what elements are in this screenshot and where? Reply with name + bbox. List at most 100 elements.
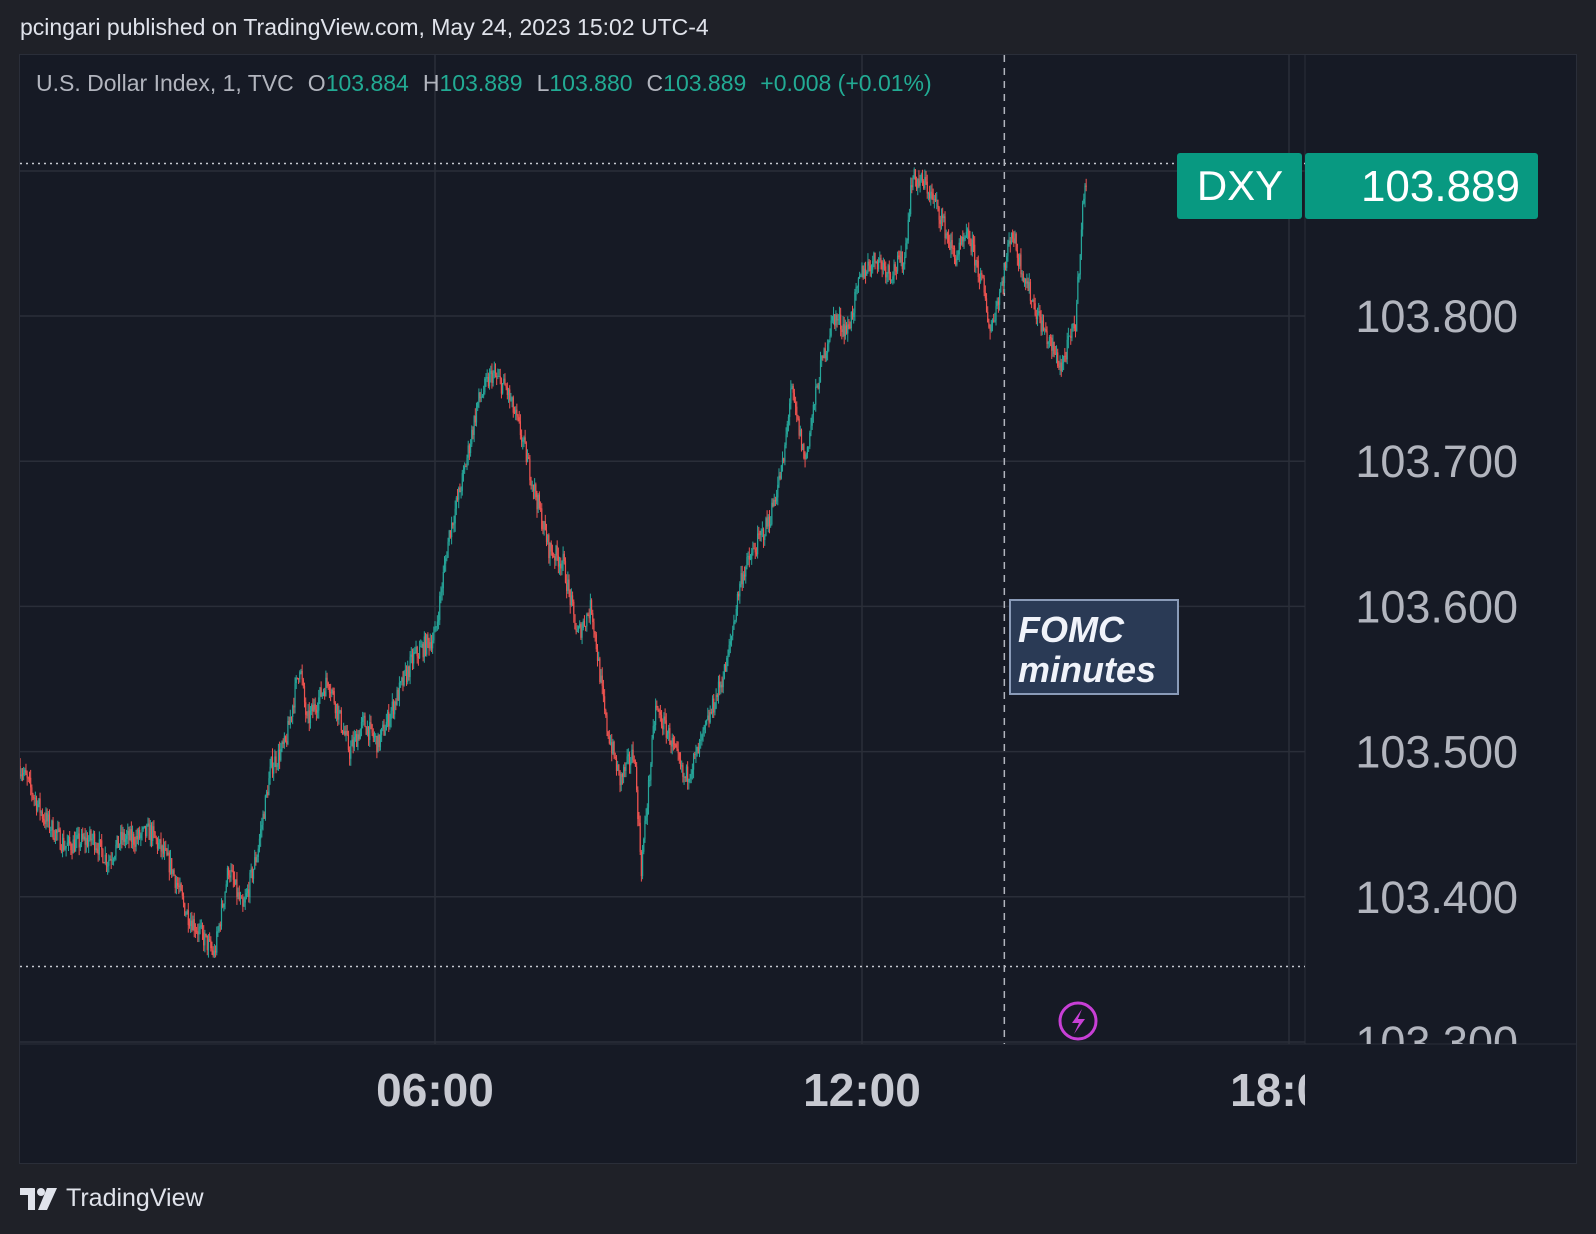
candle-body bbox=[876, 261, 879, 270]
candle-body bbox=[230, 869, 232, 878]
candle-body bbox=[683, 776, 685, 778]
candle-body bbox=[155, 837, 157, 840]
candle-body bbox=[396, 689, 398, 705]
candle-body bbox=[913, 169, 915, 179]
candle-body bbox=[79, 844, 81, 848]
candle-body bbox=[1070, 335, 1072, 338]
candle-body bbox=[956, 256, 958, 265]
y-tick-label: 103.600 bbox=[1355, 581, 1518, 632]
candle-body bbox=[322, 691, 325, 693]
candle-body bbox=[523, 437, 525, 440]
fomc-annotation[interactable]: FOMC minutes bbox=[1009, 599, 1179, 695]
candle-body bbox=[984, 292, 986, 299]
candle-body bbox=[268, 778, 270, 796]
candle-body bbox=[424, 636, 427, 655]
candle-body bbox=[299, 672, 301, 680]
candle-body bbox=[938, 207, 940, 220]
candle-body bbox=[33, 797, 35, 799]
candle-body bbox=[716, 694, 718, 697]
candle-body bbox=[101, 840, 103, 850]
candle-body bbox=[90, 830, 92, 841]
candle-body bbox=[194, 930, 197, 932]
candle-body bbox=[841, 329, 843, 332]
candle-body bbox=[1063, 355, 1065, 363]
candle-body bbox=[265, 791, 268, 796]
candle-body bbox=[279, 749, 281, 761]
candle-body bbox=[741, 573, 743, 585]
candle-body bbox=[105, 854, 108, 867]
candle-body bbox=[900, 251, 902, 263]
candle-body bbox=[165, 848, 167, 850]
candle-body bbox=[1038, 311, 1040, 313]
candle-body bbox=[144, 825, 147, 836]
candle-body bbox=[162, 845, 164, 854]
candle-body bbox=[384, 730, 386, 736]
x-tick-label: 12:00 bbox=[803, 1064, 921, 1116]
candle-body bbox=[822, 355, 824, 359]
candle-body bbox=[1036, 312, 1039, 319]
candle-body bbox=[294, 683, 296, 708]
candle-body bbox=[39, 798, 41, 813]
candle-body bbox=[249, 872, 251, 897]
candle-body bbox=[664, 716, 666, 721]
candle-body bbox=[666, 733, 669, 738]
candle-body bbox=[678, 753, 680, 760]
candle-body bbox=[574, 614, 576, 629]
time-axis[interactable]: 06:00 12:00 18:00 bbox=[376, 1064, 1348, 1116]
candle-body bbox=[620, 774, 622, 786]
candle-body bbox=[1023, 278, 1026, 282]
candle-body bbox=[1034, 303, 1036, 316]
price-chart[interactable]: 103.300 103.400 103.500 103.600 103.700 103.8… bbox=[0, 0, 1596, 1234]
candle-body bbox=[365, 726, 367, 735]
candle-body bbox=[126, 835, 128, 839]
candle-body bbox=[449, 530, 452, 538]
candle-body bbox=[932, 193, 934, 200]
candle-body bbox=[427, 634, 429, 640]
candle-body bbox=[281, 741, 283, 750]
candle-body bbox=[708, 715, 710, 723]
candle-body bbox=[166, 849, 168, 856]
candle-body bbox=[486, 376, 488, 379]
candle-body bbox=[780, 465, 782, 479]
candle-body bbox=[547, 535, 549, 542]
price-axis[interactable]: 103.300 103.400 103.500 103.600 103.700 103.8… bbox=[1355, 291, 1518, 1068]
candle-body bbox=[803, 444, 805, 459]
candle-body bbox=[625, 762, 627, 772]
candle-body bbox=[77, 833, 79, 836]
candle-body bbox=[455, 497, 457, 509]
candle-body bbox=[830, 320, 832, 336]
candle-body bbox=[792, 386, 794, 393]
candle-body bbox=[96, 848, 98, 850]
candle-body bbox=[887, 265, 889, 274]
candle-body bbox=[738, 593, 740, 597]
candle-body bbox=[812, 404, 814, 416]
candle-body bbox=[1060, 362, 1062, 372]
candle-body bbox=[70, 843, 72, 851]
candle-body bbox=[977, 260, 979, 277]
candle-body bbox=[962, 236, 964, 242]
candle-body bbox=[880, 258, 882, 262]
candle-body bbox=[179, 883, 181, 888]
candle-body bbox=[306, 714, 308, 716]
last-price-tag[interactable]: DXY 103.889 bbox=[1177, 153, 1538, 219]
candle-body bbox=[485, 378, 487, 380]
candle-body bbox=[994, 320, 996, 322]
candle-body bbox=[526, 457, 529, 463]
candle-body bbox=[617, 764, 619, 771]
candle-body bbox=[821, 355, 823, 361]
candle-body bbox=[506, 387, 508, 395]
candle-body bbox=[477, 401, 479, 408]
candle-body bbox=[747, 555, 749, 558]
candle-body bbox=[295, 677, 297, 684]
alert-icon[interactable] bbox=[1058, 1001, 1098, 1041]
candle-body bbox=[376, 736, 378, 753]
candle-body bbox=[225, 884, 227, 893]
candle-body bbox=[192, 919, 194, 931]
candle-body bbox=[1015, 233, 1017, 251]
candle-body bbox=[944, 216, 946, 238]
candle-body bbox=[702, 729, 704, 735]
legend-change: +0.008 (+0.01%) bbox=[760, 70, 932, 96]
candle-body bbox=[784, 445, 786, 462]
candle-body bbox=[732, 629, 734, 636]
candle-body bbox=[997, 301, 1000, 305]
